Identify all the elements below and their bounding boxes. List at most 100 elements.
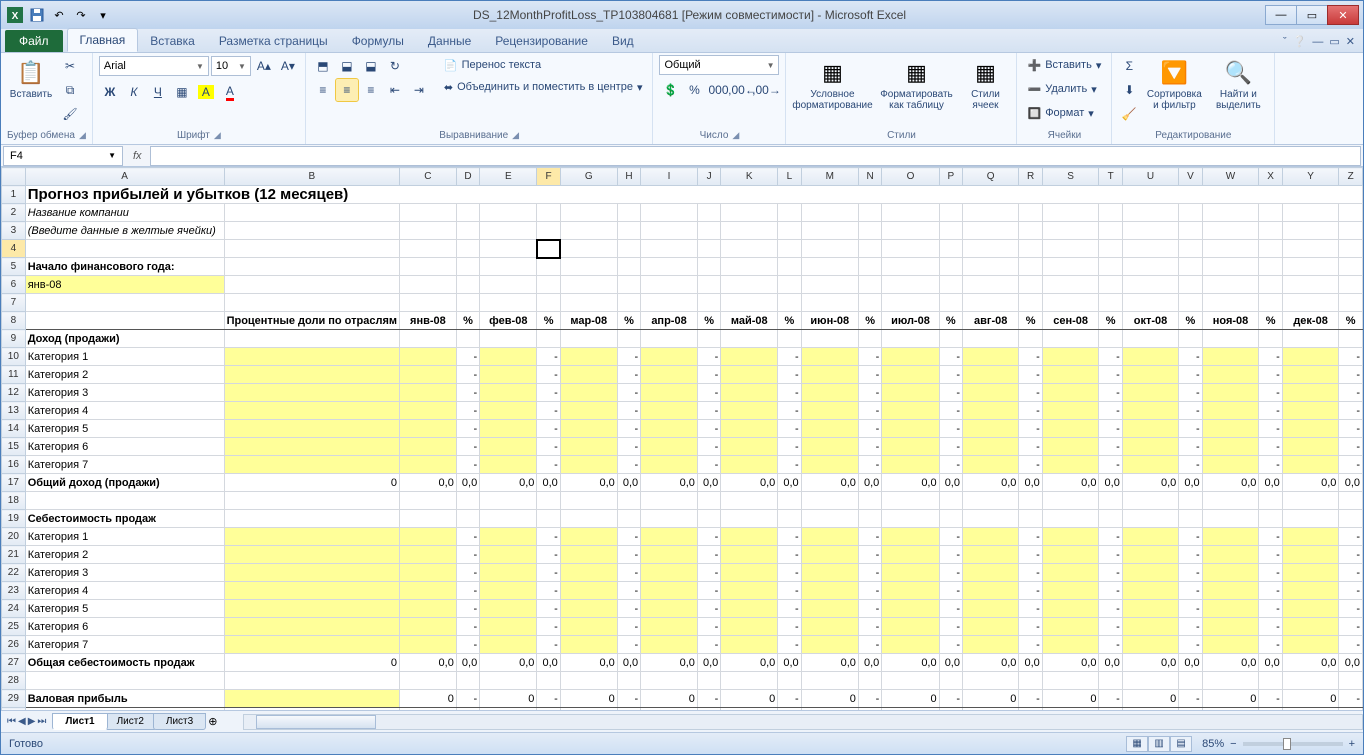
row-header[interactable]: 28: [2, 672, 26, 690]
view-pagebreak-icon[interactable]: ▤: [1170, 736, 1192, 752]
wrap-text-button[interactable]: 📄 Перенос текста: [440, 55, 647, 75]
font-color-icon[interactable]: A: [219, 81, 241, 103]
tab-view[interactable]: Вид: [600, 30, 646, 52]
paste-button[interactable]: 📋 Вставить: [7, 55, 55, 102]
tab-review[interactable]: Рецензирование: [483, 30, 600, 52]
sheet-tab-3[interactable]: Лист3: [153, 713, 206, 730]
row-header[interactable]: 14: [2, 420, 26, 438]
doc-close-icon[interactable]: ✕: [1346, 35, 1355, 48]
select-all-corner[interactable]: [2, 168, 26, 186]
merge-center-button[interactable]: ⬌ Объединить и поместить в центре ▾: [440, 77, 647, 97]
fill-icon[interactable]: ⬇: [1118, 79, 1140, 101]
italic-button[interactable]: К: [123, 81, 145, 103]
orientation-icon[interactable]: ↻: [384, 55, 406, 77]
tab-data[interactable]: Данные: [416, 30, 483, 52]
fx-icon[interactable]: fx: [125, 150, 150, 162]
col-header[interactable]: I: [641, 168, 698, 186]
increase-font-icon[interactable]: A▴: [253, 55, 275, 77]
sort-filter-button[interactable]: 🔽Сортировка и фильтр: [1144, 55, 1204, 113]
row-header[interactable]: 17: [2, 474, 26, 492]
close-button[interactable]: ✕: [1327, 5, 1359, 25]
doc-restore-icon[interactable]: ▭: [1329, 35, 1339, 48]
delete-cells-button[interactable]: ➖ Удалить ▾: [1023, 79, 1100, 99]
format-painter-icon[interactable]: 🖌: [59, 103, 81, 125]
formula-input[interactable]: [150, 146, 1361, 166]
view-pagelayout-icon[interactable]: ▥: [1148, 736, 1170, 752]
cut-icon[interactable]: ✂: [59, 55, 81, 77]
ribbon-minimize-icon[interactable]: ˇ: [1283, 36, 1287, 48]
grid[interactable]: ABCDEFGHIJKLMNOPQRSTUVWXYZ1Прогноз прибы…: [1, 167, 1363, 710]
row-header[interactable]: 30: [2, 708, 26, 711]
cell[interactable]: Прогноз прибылей и убытков (12 месяцев): [25, 186, 1362, 204]
row-header[interactable]: 2: [2, 204, 26, 222]
col-header[interactable]: B: [224, 168, 399, 186]
font-size-combo[interactable]: 10▼: [211, 56, 251, 76]
sheet-tab-1[interactable]: Лист1: [52, 713, 107, 730]
row-header[interactable]: 13: [2, 402, 26, 420]
zoom-level[interactable]: 85%: [1202, 738, 1224, 750]
percent-format-icon[interactable]: %: [683, 79, 705, 101]
doc-minimize-icon[interactable]: —: [1312, 36, 1323, 48]
align-bottom-icon[interactable]: ⬓: [360, 55, 382, 77]
comma-format-icon[interactable]: 000: [707, 79, 729, 101]
col-header[interactable]: P: [939, 168, 962, 186]
row-header[interactable]: 16: [2, 456, 26, 474]
tab-nav-next-icon[interactable]: ▶: [28, 716, 36, 727]
col-header[interactable]: N: [858, 168, 881, 186]
tab-formulas[interactable]: Формулы: [340, 30, 416, 52]
col-header[interactable]: D: [456, 168, 479, 186]
col-header[interactable]: S: [1042, 168, 1099, 186]
col-header[interactable]: J: [697, 168, 720, 186]
row-header[interactable]: 23: [2, 582, 26, 600]
bold-button[interactable]: Ж: [99, 81, 121, 103]
decrease-indent-icon[interactable]: ⇤: [384, 79, 406, 101]
cell-styles-button[interactable]: ▦Стили ячеек: [960, 55, 1010, 113]
col-header[interactable]: F: [537, 168, 560, 186]
align-top-icon[interactable]: ⬒: [312, 55, 334, 77]
conditional-format-button[interactable]: ▦Условное форматирование: [792, 55, 872, 113]
col-header[interactable]: H: [617, 168, 640, 186]
excel-icon[interactable]: X: [5, 5, 25, 25]
decrease-decimal-icon[interactable]: ,00→: [755, 79, 777, 101]
redo-icon[interactable]: ↷: [71, 5, 91, 25]
align-center-icon[interactable]: ≡: [336, 79, 358, 101]
tab-nav-first-icon[interactable]: ⏮: [7, 716, 16, 727]
help-icon[interactable]: ❔: [1293, 35, 1307, 48]
row-header[interactable]: 9: [2, 330, 26, 348]
col-header[interactable]: Z: [1339, 168, 1363, 186]
col-header[interactable]: L: [778, 168, 801, 186]
align-dialog-icon[interactable]: ◢: [512, 130, 519, 141]
col-header[interactable]: U: [1122, 168, 1178, 186]
col-header[interactable]: T: [1099, 168, 1122, 186]
view-normal-icon[interactable]: ▦: [1126, 736, 1148, 752]
copy-icon[interactable]: ⧉: [59, 79, 81, 101]
col-header[interactable]: E: [480, 168, 537, 186]
increase-decimal-icon[interactable]: ,00←: [731, 79, 753, 101]
row-header[interactable]: 19: [2, 510, 26, 528]
row-header[interactable]: 4: [2, 240, 26, 258]
row-header[interactable]: 8: [2, 312, 26, 330]
col-header[interactable]: Q: [962, 168, 1018, 186]
col-header[interactable]: O: [882, 168, 939, 186]
clear-icon[interactable]: 🧹: [1118, 103, 1140, 125]
col-header[interactable]: R: [1019, 168, 1042, 186]
file-tab[interactable]: Файл: [5, 30, 63, 52]
row-header[interactable]: 27: [2, 654, 26, 672]
row-header[interactable]: 26: [2, 636, 26, 654]
col-header[interactable]: A: [25, 168, 224, 186]
row-header[interactable]: 20: [2, 528, 26, 546]
undo-icon[interactable]: ↶: [49, 5, 69, 25]
col-header[interactable]: Y: [1282, 168, 1339, 186]
row-header[interactable]: 5: [2, 258, 26, 276]
format-cells-button[interactable]: 🔲 Формат ▾: [1023, 103, 1097, 123]
col-header[interactable]: W: [1202, 168, 1259, 186]
row-header[interactable]: 11: [2, 366, 26, 384]
row-header[interactable]: 6: [2, 276, 26, 294]
col-header[interactable]: K: [721, 168, 778, 186]
zoom-slider[interactable]: [1243, 742, 1343, 746]
accounting-format-icon[interactable]: 💲: [659, 79, 681, 101]
fill-color-icon[interactable]: A: [195, 81, 217, 103]
border-icon[interactable]: ▦: [171, 81, 193, 103]
col-header[interactable]: X: [1259, 168, 1282, 186]
row-header[interactable]: 29: [2, 690, 26, 708]
